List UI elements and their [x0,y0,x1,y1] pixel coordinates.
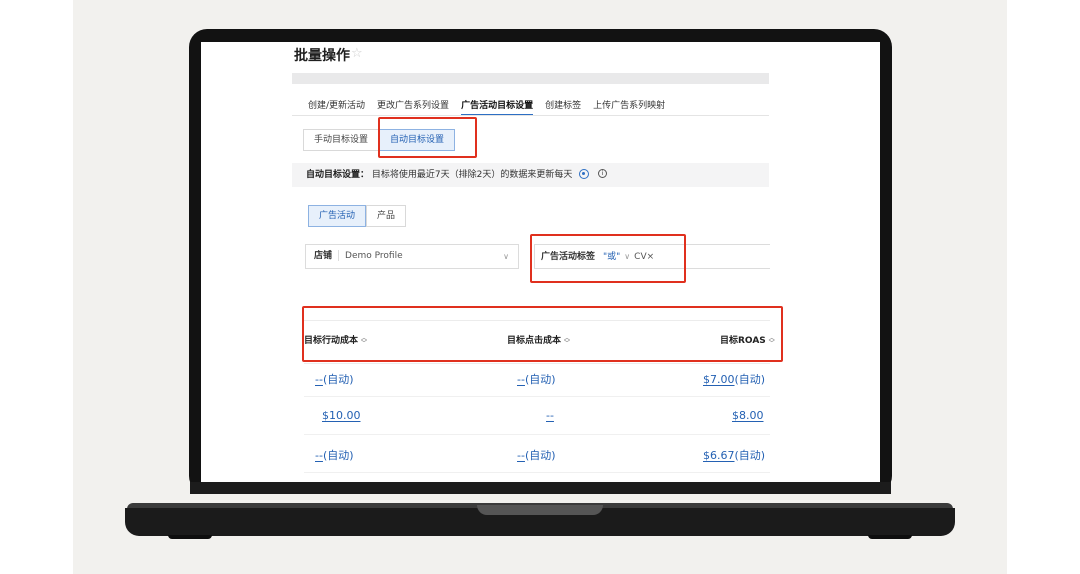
info-label: 自动目标设置： [306,170,370,180]
table-cell-cpc[interactable]: --(自动) [517,371,556,387]
cell-suffix: (自动) [524,373,556,386]
table-cell-roas[interactable]: $7.00(自动) [703,371,765,387]
table-cell-cpc[interactable]: -- [546,409,554,422]
info-text: 目标将使用最近7天（排除2天）的数据来更新每天 [371,170,573,180]
tab-upload-campaign-mapping[interactable]: 上传广告系列映射 [593,98,665,116]
tab-change-campaign-settings[interactable]: 更改广告系列设置 [377,98,449,116]
table-cell-cpa[interactable]: --(自动) [315,447,354,463]
row-divider [304,396,770,397]
cell-value[interactable]: -- [517,449,525,462]
store-label: 店铺 [314,251,333,261]
header-divider [304,363,770,364]
cell-value[interactable]: -- [315,449,323,462]
cell-suffix: (自动) [322,373,354,386]
page-title: 批量操作 [294,48,350,64]
cell-value[interactable]: $6.67 [703,449,735,462]
gear-icon[interactable] [579,168,590,179]
level-toggle: 广告活动 产品 [308,205,407,227]
tab-create-tags[interactable]: 创建标签 [545,98,581,116]
cell-value[interactable]: $7.00 [703,373,735,386]
laptop-chin [190,482,891,494]
product-level-button[interactable]: 产品 [366,205,407,227]
table-cell-cpa[interactable]: --(自动) [315,371,354,387]
tab-create-update-campaign[interactable]: 创建/更新活动 [308,98,365,116]
store-select[interactable]: 店铺 Demo Profile ∨ [305,244,519,269]
table-cell-roas[interactable]: $8.00 [732,409,764,422]
info-icon[interactable]: i [598,169,608,178]
cell-suffix: (自动) [734,373,766,386]
cell-suffix: (自动) [322,449,354,462]
cell-suffix: (自动) [524,449,556,462]
star-outline-icon[interactable]: ☆ [351,46,363,61]
row-divider [304,472,770,473]
row-divider [304,434,770,435]
store-value: Demo Profile [345,251,403,261]
table-cell-roas[interactable]: $6.67(自动) [703,447,765,463]
chevron-down-icon: ∨ [503,252,509,261]
highlight-table-header [302,306,783,362]
cell-value[interactable]: $10.00 [322,409,361,422]
store-separator [338,250,340,261]
tab-bar: 创建/更新活动 更改广告系列设置 广告活动目标设置 创建标签 上传广告系列映射 [308,98,677,116]
manual-target-button[interactable]: 手动目标设置 [303,129,380,151]
campaign-level-button[interactable]: 广告活动 [308,205,367,227]
tab-campaign-target-settings[interactable]: 广告活动目标设置 [461,98,534,116]
cell-value[interactable]: $8.00 [732,409,764,422]
cell-value[interactable]: -- [517,373,525,386]
cell-suffix: (自动) [734,449,766,462]
laptop-foot-left [168,535,212,539]
highlight-auto-target [378,117,477,158]
table-cell-cpc[interactable]: --(自动) [517,447,556,463]
tab-divider [292,115,769,116]
cell-value[interactable]: -- [315,373,323,386]
laptop-foot-right [868,535,912,539]
header-band [292,73,769,84]
table-cell-cpa[interactable]: $10.00 [322,409,361,422]
cell-value[interactable]: -- [546,409,554,422]
laptop-notch [477,505,603,515]
auto-target-info: 自动目标设置： 目标将使用最近7天（排除2天）的数据来更新每天 i [292,163,769,187]
highlight-tag-filter [530,234,686,283]
